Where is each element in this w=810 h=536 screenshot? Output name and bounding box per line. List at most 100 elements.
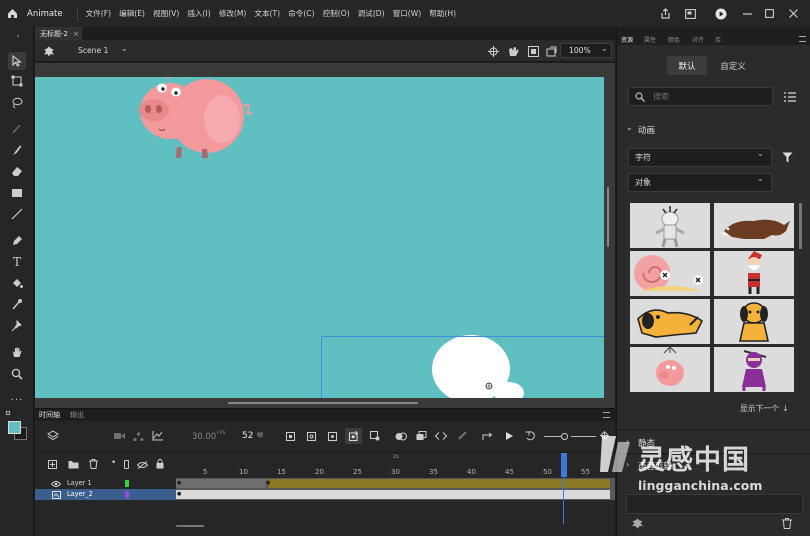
current-frame-value[interactable]: 52 [242,431,253,441]
share-icon[interactable] [656,0,674,27]
home-icon[interactable] [0,0,24,27]
loop-playback-icon[interactable] [481,431,493,441]
layer-row-selected[interactable]: Layer_2 [35,489,176,500]
asset-thumbnail-pig[interactable] [630,347,710,392]
import-asset-icon[interactable] [630,517,644,529]
free-transform-tool-icon[interactable] [8,72,26,90]
center-stage-icon[interactable] [487,45,499,57]
layer-name[interactable]: Layer_2 [67,490,93,498]
rectangle-tool-icon[interactable] [8,184,26,202]
fps-value[interactable]: 30.00 [192,432,216,442]
tab-output[interactable]: 输出 [70,410,84,420]
delete-layer-icon[interactable] [88,459,98,469]
close-tab-icon[interactable]: × [73,30,79,38]
layer-color-swatch[interactable] [125,480,129,487]
scene-clapper-icon[interactable] [42,44,56,58]
stage-vertical-scrollbar[interactable] [607,187,609,247]
playhead-handle[interactable] [561,453,567,477]
layer-name[interactable]: Layer 1 [67,479,92,487]
minimize-icon[interactable] [739,0,755,27]
asset-thumbnail-ninja[interactable] [714,347,794,392]
static-frame-span[interactable] [176,479,266,488]
zoom-select[interactable]: 100% ⌄ [560,43,612,58]
insert-blank-keyframe-icon[interactable] [306,431,316,441]
stroke-color-swatch[interactable] [8,421,21,434]
menu-insert[interactable]: 插入(I) [187,8,210,19]
scene-name[interactable]: Scene 1 [78,46,108,55]
close-icon[interactable] [784,0,802,27]
loop-range-icon[interactable] [435,431,447,441]
asset-thumbnail-santa[interactable] [714,251,794,296]
graph-icon[interactable] [151,431,163,441]
asset-thumbnail-wolf[interactable] [714,203,794,248]
menu-modify[interactable]: 修改(M) [219,8,247,19]
menu-control[interactable]: 控制(O) [323,8,350,19]
rotate-stage-icon[interactable] [545,45,557,57]
text-tool-icon[interactable]: T [8,253,26,271]
eraser-tool-icon[interactable] [8,162,26,180]
asset-thumbnail-snail[interactable] [630,251,710,296]
tab-align[interactable]: 对齐 [692,35,704,44]
menu-debug[interactable]: 调试(D) [358,8,385,19]
animation-section-title[interactable]: 动画 [638,124,655,136]
line-tool-icon[interactable] [8,205,26,223]
list-view-icon[interactable] [783,90,797,103]
asset-thumbnail-dog-running[interactable] [630,299,710,344]
menu-text[interactable]: 文本(T) [254,8,280,19]
maximize-icon[interactable] [761,0,777,27]
edit-symbols-icon[interactable] [507,45,519,57]
assets-scrollbar[interactable] [799,203,802,249]
workspace-icon[interactable] [681,0,699,27]
panel-menu-icon[interactable] [799,36,806,42]
static-frame-span[interactable] [176,490,610,499]
pin-tool-icon[interactable] [8,317,26,335]
asset-thumbnail-mummy[interactable] [630,203,710,248]
lasso-tool-icon[interactable] [8,94,26,112]
auto-keyframe-icon[interactable] [345,428,362,444]
tab-library[interactable]: 库 [715,35,721,44]
type-select[interactable]: 对象 ⌄ [628,173,772,192]
test-movie-icon[interactable] [711,0,731,27]
hide-layers-icon[interactable] [137,460,148,469]
highlight-layers-icon[interactable]: • [111,458,116,468]
default-colors-icon[interactable] [6,411,10,415]
menu-commands[interactable]: 命令(C) [288,8,314,19]
timeline-zoom-slider[interactable] [561,433,568,440]
stage-horizontal-scrollbar[interactable] [228,402,418,404]
filter-icon[interactable] [781,151,794,164]
rewind-icon[interactable] [525,431,537,441]
insert-tween-icon[interactable] [370,431,380,441]
layer-depth-icon[interactable] [46,429,60,443]
onion-skin-icon[interactable] [395,431,407,441]
play-icon[interactable] [503,431,515,441]
layer-1-frames[interactable]: ● ● [176,478,615,489]
edit-multiple-frames-icon[interactable] [415,431,427,441]
insert-keyframe-icon[interactable] [285,431,295,441]
tab-properties[interactable]: 属性 [644,35,656,44]
delete-asset-icon[interactable] [781,517,793,529]
tab-assets[interactable]: 资源 [621,35,633,44]
camera-icon[interactable] [113,431,125,441]
outline-layers-icon[interactable] [124,460,129,469]
section-expand-chevron-icon[interactable]: ⌄ [626,123,633,132]
menu-file[interactable]: 文件(F) [86,8,111,19]
asset-thumbnail-dog-sitting[interactable] [714,299,794,344]
layer-2-frames[interactable]: ● [176,489,615,500]
keyframe-marker[interactable]: ● [266,480,270,486]
tab-color[interactable]: 颜色 [668,35,680,44]
custom-mode-button[interactable]: 自定义 [713,56,753,75]
menu-view[interactable]: 视图(V) [153,8,179,19]
keyframe-marker[interactable]: ● [177,480,181,486]
layer-row[interactable]: Layer 1 [35,478,176,489]
zoom-tool-icon[interactable] [8,365,26,383]
lock-layers-icon[interactable] [155,459,165,469]
timeline-horizontal-scrollbar[interactable] [176,525,204,527]
layer-parenting-icon[interactable] [132,431,144,441]
frame-ruler[interactable]: 2s 5 10 15 20 25 30 35 40 45 50 55 [176,453,615,478]
hand-tool-icon[interactable] [8,343,26,361]
document-tab[interactable]: 无标题-2 × [35,27,82,40]
new-folder-icon[interactable] [67,459,79,469]
layer-color-swatch[interactable] [125,491,129,498]
transform-point-icon[interactable] [485,382,493,390]
tab-timeline[interactable]: 时间轴 [39,410,60,420]
